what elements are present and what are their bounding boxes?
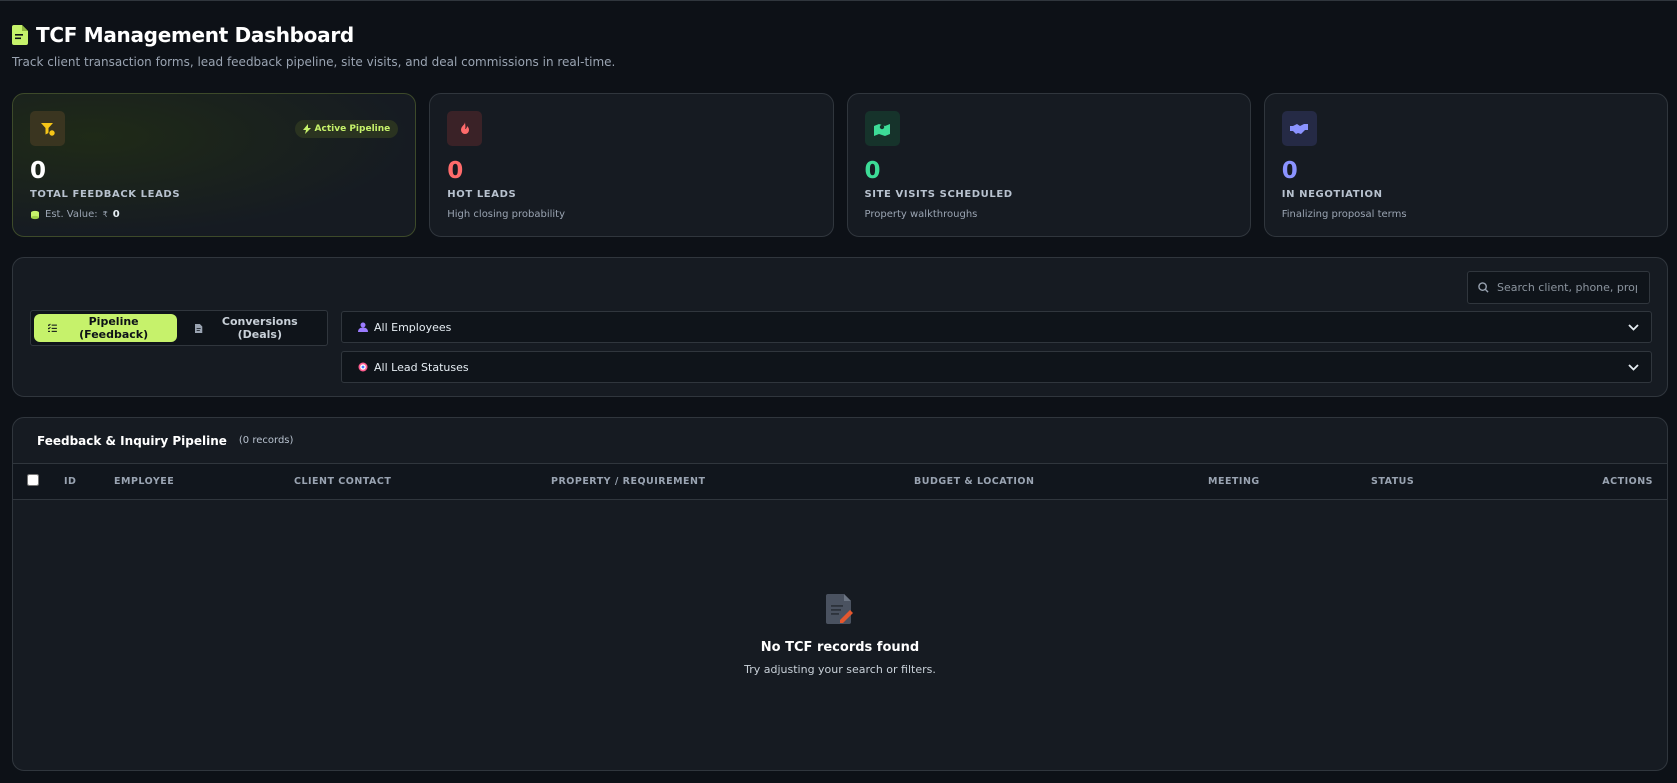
- empty-document-icon: [826, 594, 853, 624]
- column-actions: ACTIONS: [1602, 476, 1653, 487]
- column-property[interactable]: PROPERTY / REQUIREMENT: [551, 476, 705, 487]
- column-status[interactable]: STATUS: [1371, 476, 1414, 487]
- stat-card-site-visits[interactable]: 0 SITE VISITS SCHEDULED Property walkthr…: [846, 93, 1251, 237]
- checklist-icon: [48, 323, 57, 332]
- stat-value: 0: [30, 158, 47, 184]
- stat-subtext: Est. Value: ₹ 0: [30, 209, 398, 220]
- page-header: TCF Management Dashboard Track client tr…: [12, 23, 615, 69]
- page-subtitle: Track client transaction forms, lead fee…: [12, 55, 616, 69]
- stats-row: Active Pipeline 0 TOTAL FEEDBACK LEADS E…: [12, 93, 1668, 237]
- flame-icon: [447, 111, 483, 146]
- file-icon: [195, 323, 203, 333]
- person-icon: [358, 322, 368, 332]
- empty-state-title: No TCF records found: [760, 640, 920, 655]
- lightning-icon: [302, 124, 311, 134]
- document-icon: [12, 25, 28, 45]
- search-input[interactable]: [1497, 281, 1637, 294]
- view-toggle: Pipeline (Feedback) Conversions (Deals): [30, 310, 328, 346]
- stat-value: 0: [447, 158, 464, 184]
- tab-pipeline-feedback[interactable]: Pipeline (Feedback): [34, 314, 178, 342]
- stat-label: TOTAL FEEDBACK LEADS: [30, 189, 181, 200]
- stat-card-total-leads[interactable]: Active Pipeline 0 TOTAL FEEDBACK LEADS E…: [12, 93, 417, 237]
- filter-coin-icon: [30, 111, 65, 146]
- pipeline-table: Feedback & Inquiry Pipeline (0 records) …: [12, 417, 1668, 771]
- stat-value: 0: [1281, 158, 1298, 184]
- empty-state: No TCF records found Try adjusting your …: [13, 594, 1667, 676]
- lead-status-select[interactable]: All Lead Statuses: [341, 351, 1652, 383]
- stat-card-hot-leads[interactable]: 0 HOT LEADS High closing probability: [429, 93, 834, 237]
- chevron-down-icon: [1628, 323, 1639, 331]
- employee-select[interactable]: All Employees: [341, 311, 1652, 343]
- search-icon: [1478, 282, 1489, 293]
- column-budget-location[interactable]: BUDGET & LOCATION: [914, 476, 1034, 487]
- active-pipeline-badge: Active Pipeline: [294, 120, 399, 138]
- stat-subtext: Finalizing proposal terms: [1281, 209, 1407, 220]
- select-all-checkbox[interactable]: [27, 474, 39, 486]
- map-pin-icon: [864, 111, 900, 146]
- tab-conversions-deals[interactable]: Conversions (Deals): [181, 314, 324, 342]
- page-title: TCF Management Dashboard: [36, 23, 354, 47]
- chevron-down-icon: [1628, 363, 1639, 371]
- stat-subtext: High closing probability: [447, 209, 566, 220]
- table-title: Feedback & Inquiry Pipeline: [37, 433, 227, 448]
- empty-state-subtitle: Try adjusting your search or filters.: [744, 663, 936, 676]
- stat-value: 0: [864, 158, 881, 184]
- stat-label: HOT LEADS: [447, 189, 517, 200]
- column-client-contact[interactable]: CLIENT CONTACT: [294, 476, 391, 487]
- search-box[interactable]: [1467, 271, 1650, 304]
- target-icon: [358, 362, 368, 372]
- table-header: Feedback & Inquiry Pipeline (0 records): [13, 418, 1667, 464]
- column-employee[interactable]: EMPLOYEE: [114, 476, 174, 487]
- coins-icon: [31, 210, 39, 219]
- handshake-icon: [1281, 111, 1317, 146]
- filters-panel: Pipeline (Feedback) Conversions (Deals) …: [12, 257, 1668, 397]
- stat-card-negotiation[interactable]: 0 IN NEGOTIATION Finalizing proposal ter…: [1263, 93, 1668, 237]
- record-count: (0 records): [238, 435, 294, 446]
- stat-label: IN NEGOTIATION: [1281, 189, 1383, 200]
- column-meeting[interactable]: MEETING: [1208, 476, 1260, 487]
- stat-subtext: Property walkthroughs: [864, 209, 978, 220]
- column-id[interactable]: ID: [64, 476, 76, 487]
- column-headers: ID EMPLOYEE CLIENT CONTACT PROPERTY / RE…: [13, 464, 1667, 500]
- stat-label: SITE VISITS SCHEDULED: [864, 189, 1013, 200]
